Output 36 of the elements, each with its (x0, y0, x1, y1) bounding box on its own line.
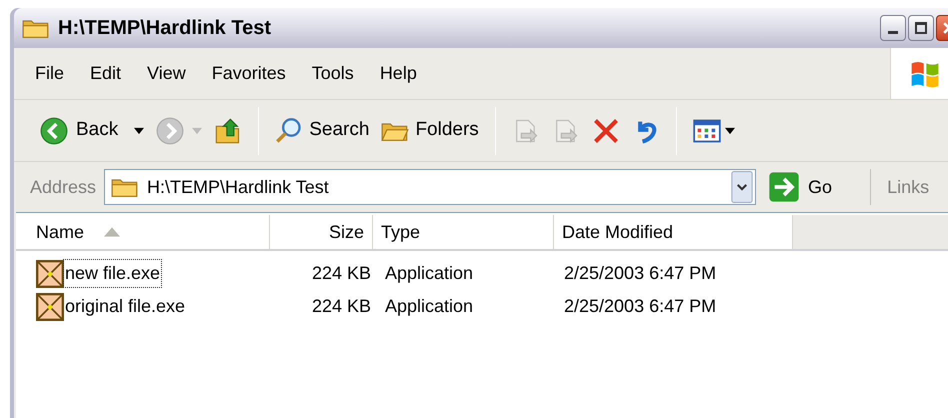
folders-button[interactable]: Folders (377, 110, 483, 150)
crossed-box-icon (36, 260, 64, 288)
dropdown-arrow-icon (134, 126, 144, 134)
crossed-box-icon (36, 292, 64, 320)
menu-item[interactable]: View (147, 60, 186, 87)
file-row[interactable]: new file.exe 224 KB Application 2/25/2003 6:47 PM (16, 257, 800, 290)
address-field[interactable]: H:\TEMP\Hardlink Test (104, 169, 756, 205)
window-title: H:\TEMP\Hardlink Test (58, 16, 271, 41)
go-button[interactable]: Go (764, 169, 836, 205)
back-button[interactable]: Back (36, 110, 148, 150)
file-type: Application (384, 295, 474, 318)
column-header[interactable]: Name (28, 215, 270, 249)
file-name: original file.exe (64, 295, 186, 318)
dropdown-arrow-icon (724, 126, 735, 134)
date-modified: 2/25/2003 6:47 PM (563, 295, 718, 318)
column-header[interactable]: Type (373, 215, 554, 249)
menu-item[interactable]: Edit (90, 60, 122, 87)
file-row[interactable]: original file.exe 224 KB Application 2/25/2003 6:47 PM (16, 290, 800, 323)
minimize-button[interactable] (880, 15, 906, 41)
menu-item[interactable]: Help (380, 60, 417, 87)
menu-item[interactable]: Favorites (212, 60, 286, 87)
grid-icon (692, 118, 721, 142)
menu-item[interactable]: File (35, 60, 64, 87)
file-name: new file.exe (64, 260, 162, 287)
column-header[interactable]: Size (270, 215, 373, 249)
file-type: Application (384, 262, 474, 285)
file-size: 224 KB (310, 262, 372, 285)
menu-item[interactable]: Tools (312, 60, 354, 87)
search-button[interactable]: Search (271, 110, 374, 150)
dropdown-arrow-icon (192, 126, 202, 134)
address-label: Address (30, 176, 96, 198)
date-modified: 2/25/2003 6:47 PM (563, 262, 718, 285)
maximize-button[interactable] (908, 15, 934, 41)
search-icon (275, 116, 304, 144)
delete-icon (592, 116, 620, 144)
file-size: 224 KB (310, 295, 372, 318)
